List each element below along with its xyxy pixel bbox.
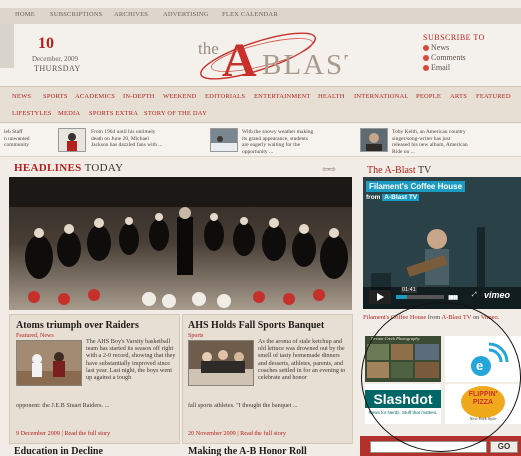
section-entertainment[interactable]: ENTERTAINMENT	[254, 93, 311, 100]
fullscreen-icon[interactable]: ⤢	[472, 292, 477, 299]
volume-icon[interactable]: ▮▮▮▮	[448, 294, 458, 301]
teaser-thumbnail[interactable]	[360, 128, 388, 152]
article-footer-link[interactable]: 9 December 2009 | Read the full story	[16, 430, 110, 437]
article-footer-link[interactable]: 20 November 2009 | Read the full story	[188, 430, 286, 437]
section-academics[interactable]: ACADEMICS	[75, 93, 115, 100]
date-month-year: December, 2009	[32, 55, 78, 63]
section-sports-extra[interactable]: SPORTS EXTRA	[89, 110, 138, 117]
article-thumbnail[interactable]	[188, 340, 254, 386]
subscribe-comments[interactable]: Comments	[423, 53, 485, 62]
top-nav: HOME SUBSCRIPTIONS ARCHIVES ADVERTISING …	[0, 8, 521, 24]
teaser-text-3[interactable]: With the snowy weather making its grand …	[242, 129, 352, 155]
section-nav: NEWS SPORTS ACADEMICS IN-DEPTH WEEKEND E…	[0, 86, 521, 123]
section-lifestyles[interactable]: LIFESTYLES	[12, 110, 52, 117]
article-category[interactable]: Sports	[188, 333, 203, 339]
site-logo[interactable]: the A BLAST	[188, 26, 348, 84]
headlines-heading: HEADLINES TODAY	[14, 162, 124, 174]
article-thumbnail[interactable]	[16, 340, 82, 386]
article-title[interactable]: AHS Holds Fall Sports Banquet	[188, 320, 324, 331]
section-media[interactable]: MEDIA	[58, 110, 80, 117]
rss-icon	[423, 54, 429, 61]
video-time: 01:41	[401, 287, 417, 293]
article-excerpt-tail: fall sports athletes. "I thought the ban…	[188, 402, 298, 409]
section-weekend[interactable]: WEEKEND	[163, 93, 197, 100]
article-excerpt: As the aroma of stale ketchup and old le…	[258, 338, 346, 382]
section-editorials[interactable]: EDITORIALS	[205, 93, 245, 100]
top-nav-subscriptions[interactable]: SUBSCRIPTIONS	[50, 11, 102, 18]
subscribe-box: SUBSCRIBE TO News Comments Email	[423, 33, 485, 72]
left-edge-shade	[0, 24, 14, 68]
tv-heading: The A-Blast TV	[367, 165, 432, 176]
subscribe-email[interactable]: Email	[423, 63, 485, 72]
section-people[interactable]: PEOPLE	[416, 93, 441, 100]
video-progress-bar[interactable]	[396, 295, 444, 299]
section-story-of-the-day[interactable]: STORY OF THE DAY	[144, 110, 207, 117]
highlight-circle	[361, 302, 521, 452]
logo-word: BLAST	[262, 49, 348, 81]
logo-prefix: the	[198, 39, 219, 58]
email-icon	[423, 64, 429, 71]
video-title[interactable]: Filament's Coffee House	[366, 181, 466, 192]
teaser-text-2[interactable]: From 1964 until his untimely death on Ju…	[91, 129, 203, 149]
teaser-text-4[interactable]: Toby Keith, an American country singer/s…	[392, 129, 520, 155]
date-day: 10	[38, 35, 54, 52]
article-category[interactable]: Featured, News	[16, 333, 54, 339]
article-excerpt-tail: opponent: the J.E.B Stuart Raiders. ...	[16, 402, 110, 409]
vimeo-logo[interactable]: vimeo	[484, 290, 510, 300]
subscribe-news[interactable]: News	[423, 43, 485, 52]
section-health[interactable]: HEALTH	[318, 93, 345, 100]
article-title[interactable]: Making the A-B Honor Roll	[188, 446, 307, 456]
headline-main-photo[interactable]	[9, 177, 352, 310]
section-sports[interactable]: SPORTS	[43, 93, 68, 100]
top-nav-home[interactable]: HOME	[15, 11, 35, 18]
top-nav-archives[interactable]: ARCHIVES	[114, 11, 148, 18]
article-excerpt: The AHS Boy's Varsity basketball team ha…	[86, 338, 176, 382]
section-arts[interactable]: ARTS	[450, 93, 467, 100]
play-icon	[377, 293, 384, 301]
video-byline: from A-Blast TV	[366, 194, 420, 201]
section-featured[interactable]: FEATURED	[476, 93, 511, 100]
teaser-text-1[interactable]: ieb Staff n unwanted community	[4, 129, 54, 149]
search-go-button[interactable]: GO	[490, 441, 518, 453]
logo-letter: A	[222, 34, 257, 84]
article-title[interactable]: Education in Decline	[14, 446, 103, 456]
top-nav-advertising[interactable]: ADVERTISING	[163, 11, 209, 18]
headline-arrows[interactable]: ⇦⇨	[322, 164, 336, 175]
date-weekday: THURSDAY	[34, 64, 81, 73]
rss-icon	[423, 44, 429, 51]
article-title[interactable]: Atoms triumph over Raiders	[16, 320, 139, 331]
page: HOME SUBSCRIPTIONS ARCHIVES ADVERTISING …	[0, 0, 521, 456]
section-international[interactable]: INTERNATIONAL	[354, 93, 409, 100]
section-in-depth[interactable]: IN-DEPTH	[123, 93, 155, 100]
teaser-thumbnail[interactable]	[210, 128, 238, 152]
subscribe-title: SUBSCRIBE TO	[423, 33, 485, 42]
play-button[interactable]	[369, 290, 391, 304]
teaser-thumbnail[interactable]	[58, 128, 86, 152]
top-nav-flex-calendar[interactable]: FLEX CALENDAR	[222, 11, 278, 18]
section-news[interactable]: NEWS	[12, 93, 31, 100]
